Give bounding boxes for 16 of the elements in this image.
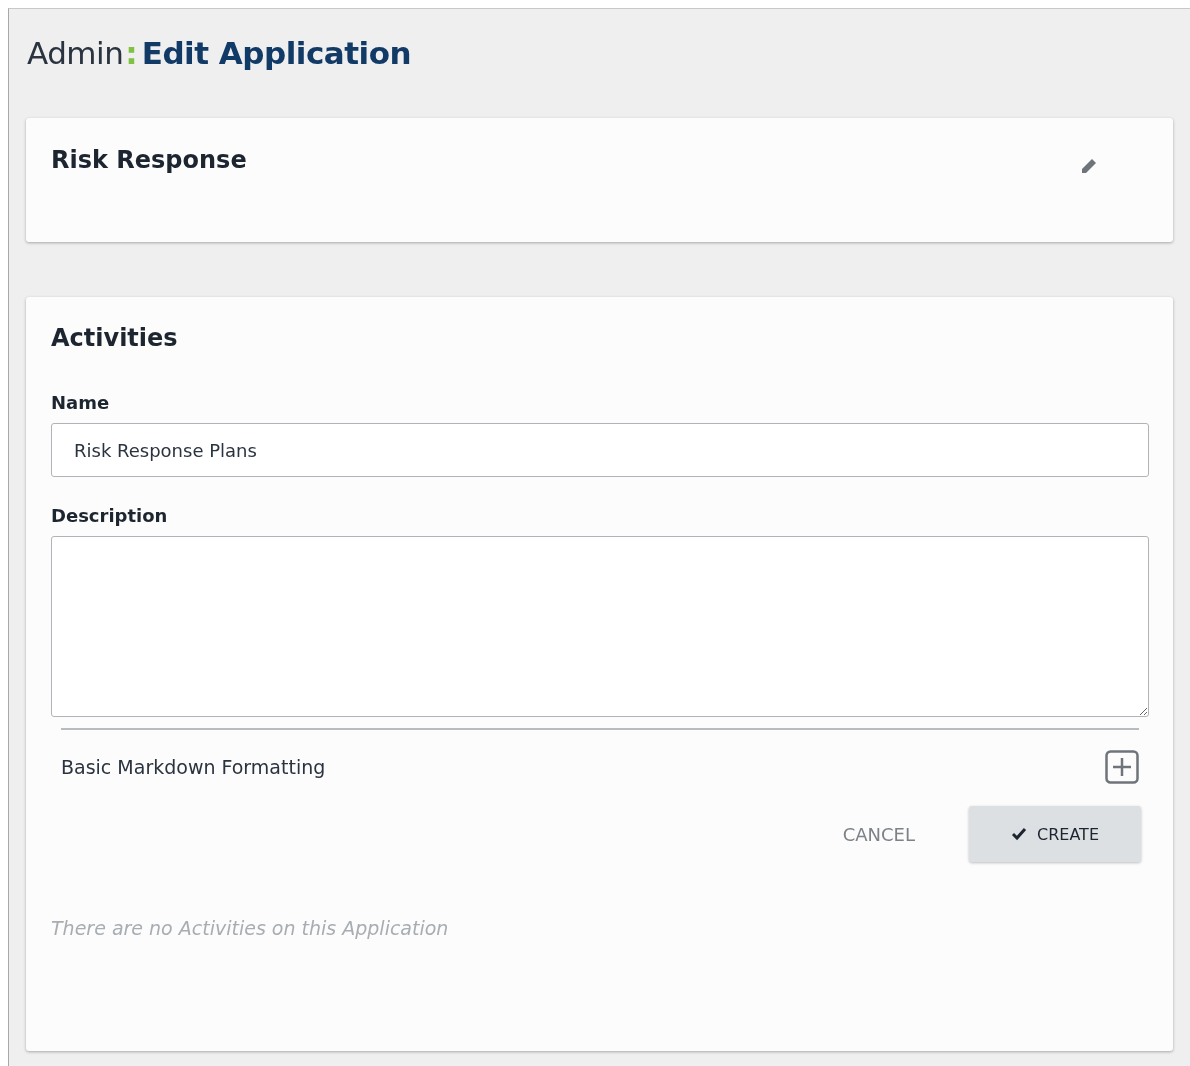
cancel-button[interactable]: CANCEL [816,813,941,855]
section-title: Admin [27,35,124,71]
name-field[interactable]: Risk Response Plans [51,423,1149,477]
check-icon [1011,827,1027,841]
application-name: Risk Response [51,146,247,174]
expand-icon[interactable] [1105,750,1139,784]
empty-message: There are no Activities on this Application [51,917,450,939]
page-title: Edit Application [141,35,412,71]
field-label: Description [51,505,169,526]
edit-icon[interactable] [1079,156,1099,176]
description-field[interactable] [51,536,1149,717]
markdown-toggle-label[interactable]: Basic Markdown Formatting [61,756,326,778]
section-heading: Activities [51,324,179,352]
title-separator: : [125,35,138,71]
create-button[interactable]: CREATE [969,806,1141,862]
field-label: Name [51,392,111,413]
